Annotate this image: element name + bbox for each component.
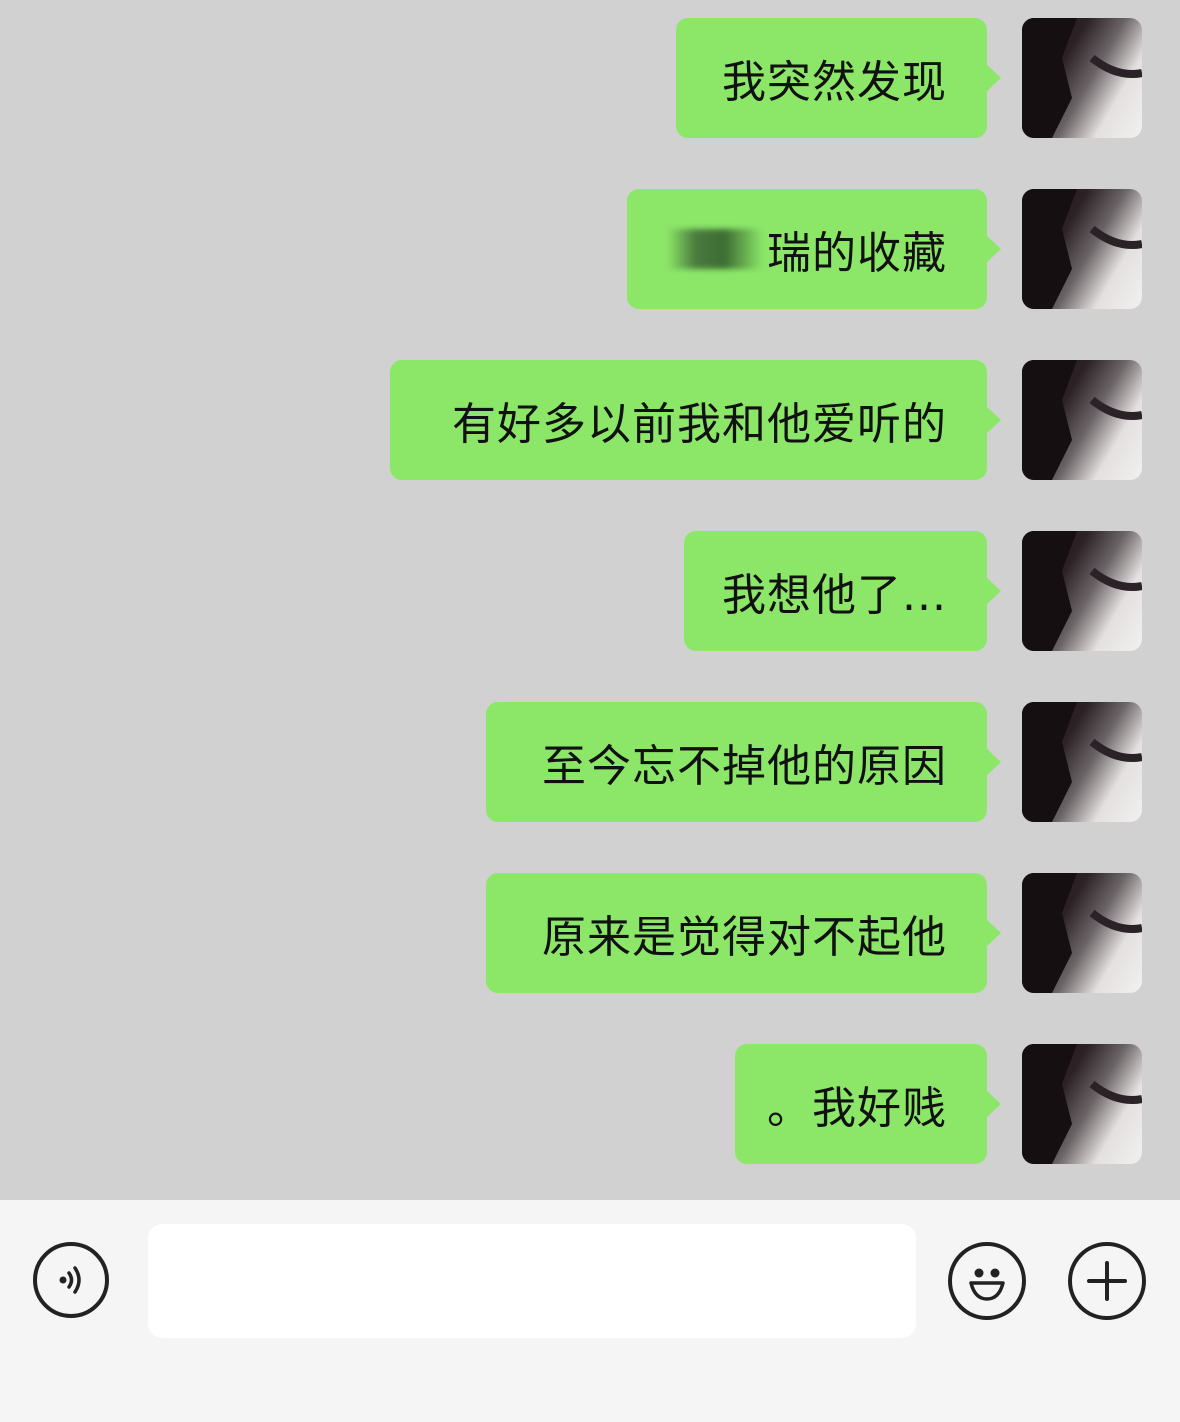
message-text: 我突然发现	[722, 57, 947, 108]
message-text: 至今忘不掉他的原因	[542, 741, 947, 792]
message-bubble[interactable]: 至今忘不掉他的原因	[486, 702, 1001, 822]
obscured-text	[667, 229, 763, 269]
input-bar	[0, 1200, 1180, 1422]
message-text: 。我好贱	[767, 1083, 947, 1134]
chat-area: 我突然发现 瑞的收藏 有好多以前我和他爱听的 我想他了... 至今忘不掉他的原因…	[0, 0, 1180, 1200]
avatar[interactable]	[1022, 18, 1142, 138]
message-bubble[interactable]: 我突然发现	[676, 18, 1001, 138]
message-row: 至今忘不掉他的原因	[0, 702, 1180, 824]
message-bubble[interactable]: 瑞的收藏	[627, 189, 1001, 309]
message-row: 瑞的收藏	[0, 189, 1180, 311]
message-row: 原来是觉得对不起他	[0, 873, 1180, 995]
message-text: 瑞的收藏	[767, 228, 947, 279]
message-bubble[interactable]: 我想他了...	[684, 531, 1001, 651]
message-row: 我突然发现	[0, 18, 1180, 140]
message-text: 原来是觉得对不起他	[542, 912, 947, 963]
plus-button[interactable]	[1068, 1242, 1146, 1320]
avatar[interactable]	[1022, 360, 1142, 480]
emoji-button[interactable]	[948, 1242, 1026, 1320]
message-row: 我想他了...	[0, 531, 1180, 653]
avatar[interactable]	[1022, 531, 1142, 651]
message-input[interactable]	[148, 1224, 916, 1338]
voice-button[interactable]	[33, 1242, 109, 1318]
message-text: 有好多以前我和他爱听的	[452, 399, 947, 450]
message-row: 有好多以前我和他爱听的	[0, 360, 1180, 482]
avatar[interactable]	[1022, 1044, 1142, 1164]
message-bubble[interactable]: 有好多以前我和他爱听的	[390, 360, 1001, 480]
plus-icon	[1087, 1261, 1127, 1301]
avatar[interactable]	[1022, 873, 1142, 993]
emoji-icon	[969, 1268, 1005, 1301]
avatar[interactable]	[1022, 189, 1142, 309]
voice-icon	[59, 1266, 81, 1294]
message-bubble[interactable]: 。我好贱	[735, 1044, 1001, 1164]
message-row: 。我好贱	[0, 1044, 1180, 1166]
message-text: 我想他了...	[722, 570, 947, 621]
avatar[interactable]	[1022, 702, 1142, 822]
message-bubble[interactable]: 原来是觉得对不起他	[486, 873, 1001, 993]
